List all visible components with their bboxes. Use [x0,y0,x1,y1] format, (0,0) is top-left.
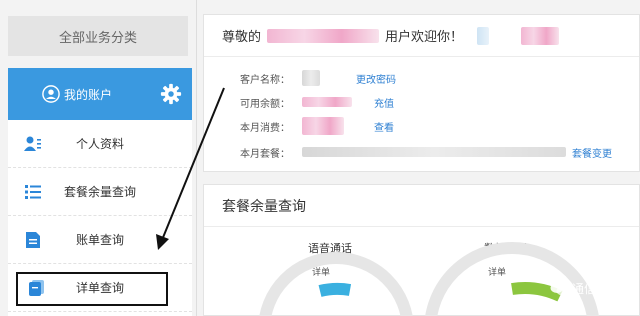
overlay-graphics [156,87,599,316]
voice-gauge-arc [318,282,352,297]
wechat-icon [550,282,568,295]
watermark: 通信头条 [550,280,620,297]
watermark-label: 通信头条 [571,282,620,296]
annotation-arrow [161,87,225,241]
